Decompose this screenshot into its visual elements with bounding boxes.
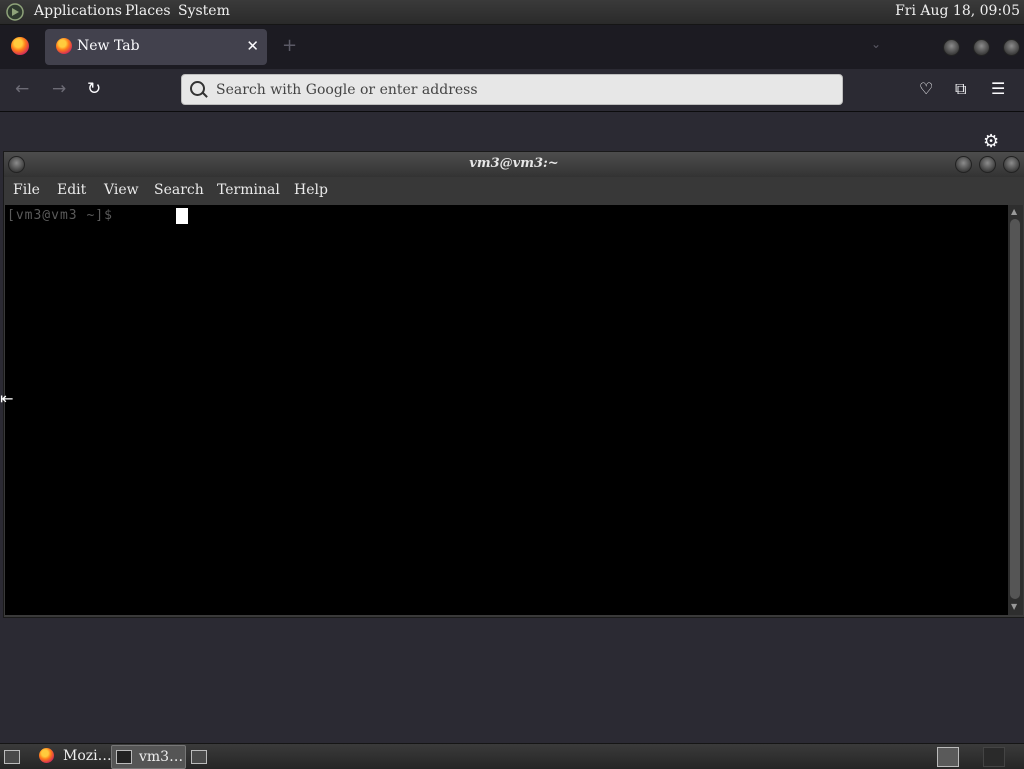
extensions-icon[interactable]: ⧉ (955, 79, 966, 99)
terminal-close-button[interactable] (1003, 156, 1020, 173)
terminal-menu-bar: File Edit View Search Terminal Help (4, 177, 1024, 205)
terminal-scrollbar[interactable]: ▲ ▼ (1008, 205, 1023, 615)
close-tab-icon[interactable]: ✕ (246, 37, 259, 55)
show-desktop-icon[interactable] (4, 750, 20, 764)
tab-new-tab[interactable]: New Tab ✕ (45, 29, 267, 65)
menu-view[interactable]: View (104, 182, 139, 198)
terminal-minimize-button[interactable] (955, 156, 972, 173)
bottom-panel: Mozi… vm3… (0, 743, 1024, 769)
minimize-button[interactable] (943, 39, 960, 56)
taskbar-item-terminal[interactable]: vm3… (111, 745, 186, 769)
top-panel: Applications Places System Fri Aug 18, 0… (0, 0, 1024, 25)
menu-file[interactable]: File (13, 182, 40, 198)
customize-newtab-gear-icon[interactable]: ⚙ (983, 131, 999, 152)
firefox-view-icon[interactable] (11, 37, 29, 55)
taskbar-item-label: vm3… (139, 749, 184, 765)
scroll-up-arrow-icon[interactable]: ▲ (1011, 207, 1017, 216)
address-bar[interactable] (181, 74, 843, 105)
firefox-icon (39, 748, 54, 763)
text-cursor (176, 208, 188, 224)
terminal-title-bar[interactable]: vm3@vm3:~ (4, 152, 1024, 177)
resize-cursor-icon: ⇤ (0, 389, 14, 408)
search-icon (190, 81, 205, 96)
list-tabs-chevron-icon[interactable]: ⌄ (871, 37, 881, 51)
maximize-button[interactable] (973, 39, 990, 56)
shell-prompt: [vm3@vm3 ~]$ (7, 208, 122, 223)
terminal-window: vm3@vm3:~ File Edit View Search Terminal… (3, 151, 1024, 618)
reload-button[interactable]: ↻ (87, 79, 101, 99)
back-button[interactable]: ← (15, 79, 29, 99)
scrollbar-thumb[interactable] (1010, 219, 1020, 599)
tab-title: New Tab (77, 38, 140, 54)
distro-logo-icon[interactable] (6, 3, 24, 21)
workspace-switcher-2[interactable] (983, 747, 1005, 767)
url-input[interactable] (214, 78, 828, 102)
firefox-nav-bar: ← → ↻ ♡ ⧉ ☰ (0, 69, 1024, 112)
hamburger-menu-icon[interactable]: ☰ (991, 79, 1005, 98)
terminal-output[interactable]: [vm3@vm3 ~]$ (5, 205, 1008, 615)
firefox-tab-bar: New Tab ✕ + ⌄ (0, 25, 1024, 69)
workspace-switcher-1[interactable] (937, 747, 959, 767)
pocket-icon[interactable]: ♡ (919, 79, 933, 98)
menu-help[interactable]: Help (294, 182, 328, 198)
scroll-down-arrow-icon[interactable]: ▼ (1011, 602, 1017, 611)
applications-menu[interactable]: Applications (34, 3, 122, 19)
menu-terminal[interactable]: Terminal (217, 182, 280, 198)
terminal-icon (116, 750, 132, 764)
taskbar-item-label: Mozi… (63, 748, 112, 764)
clock[interactable]: Fri Aug 18, 09:05 (895, 3, 1020, 19)
taskbar-item-firefox[interactable]: Mozi… (34, 745, 112, 767)
terminal-maximize-button[interactable] (979, 156, 996, 173)
terminal-title: vm3@vm3:~ (469, 156, 559, 171)
places-menu[interactable]: Places (125, 3, 171, 19)
firefox-icon (56, 38, 72, 54)
new-tab-button[interactable]: + (282, 35, 297, 56)
forward-button[interactable]: → (52, 79, 66, 99)
file-manager-icon[interactable] (191, 750, 207, 764)
system-menu[interactable]: System (178, 3, 230, 19)
menu-search[interactable]: Search (154, 182, 204, 198)
close-window-button[interactable] (1003, 39, 1020, 56)
menu-edit[interactable]: Edit (57, 182, 86, 198)
